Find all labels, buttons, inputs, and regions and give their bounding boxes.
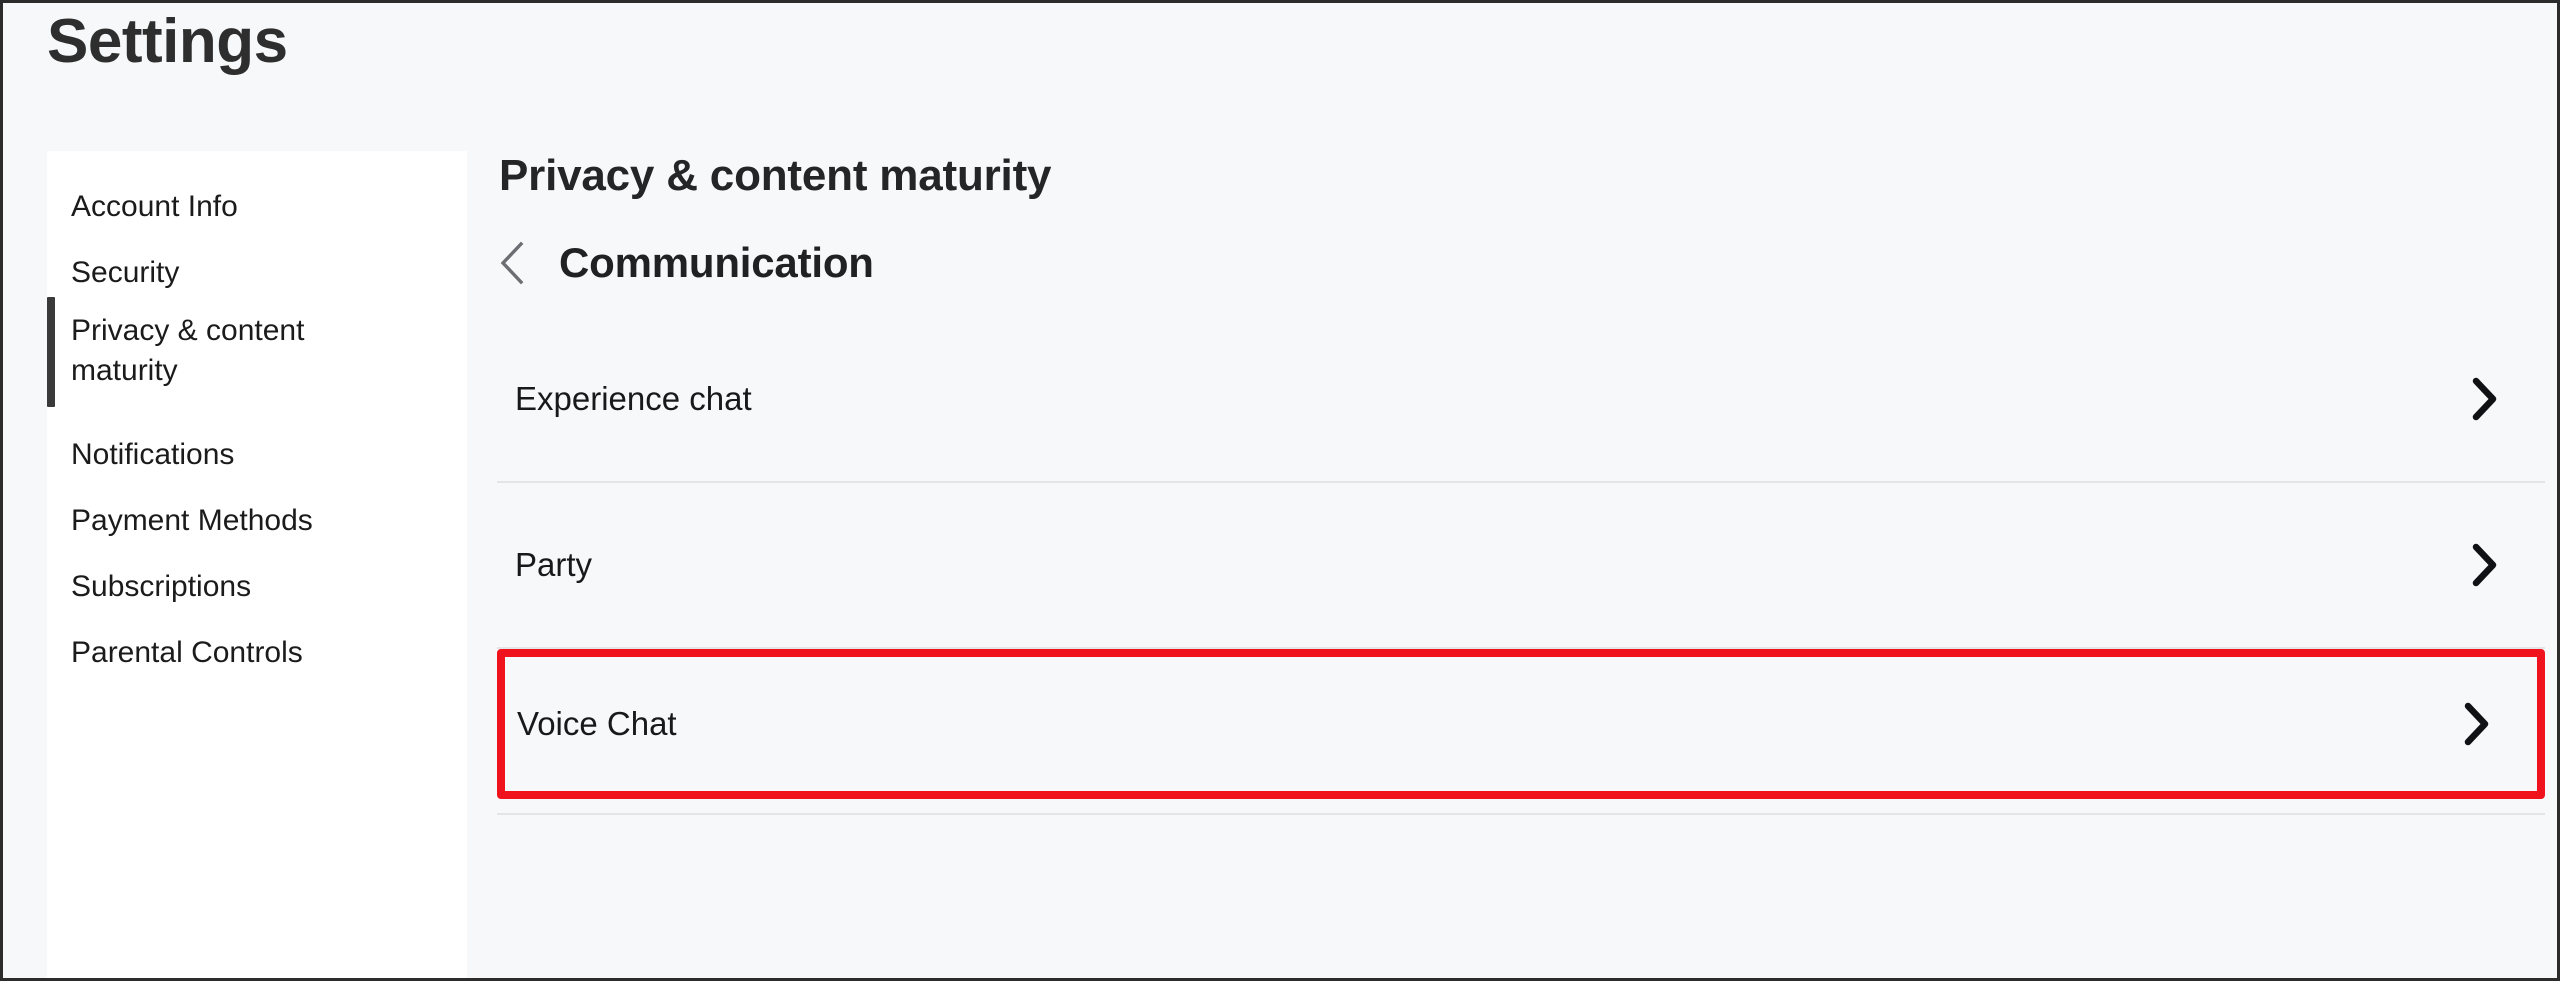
row-voice-chat[interactable]: Voice Chat bbox=[497, 649, 2545, 799]
sidebar-item-label: Parental Controls bbox=[71, 636, 303, 670]
communication-row-list: Experience chat Party Voice Chat bbox=[497, 317, 2545, 815]
chevron-right-icon[interactable] bbox=[2469, 377, 2499, 421]
chevron-left-icon[interactable] bbox=[495, 240, 529, 286]
sidebar-item-security[interactable]: Security bbox=[47, 245, 467, 301]
subheader: Communication bbox=[495, 239, 874, 287]
settings-window: Settings Account Info Security Privacy & c… bbox=[0, 0, 2560, 981]
chevron-right-icon[interactable] bbox=[2461, 702, 2491, 746]
sidebar-nav-list: Account Info Security Privacy & content ma… bbox=[47, 179, 467, 699]
sidebar-item-payment-methods[interactable]: Payment Methods bbox=[47, 493, 467, 549]
row-label: Voice Chat bbox=[517, 705, 677, 742]
sidebar-item-account-info[interactable]: Account Info bbox=[47, 179, 467, 235]
sidebar-item-label: Privacy & content maturity bbox=[71, 314, 305, 387]
subheader-title: Communication bbox=[559, 239, 874, 286]
page-section-title: Privacy & content maturity bbox=[499, 151, 1052, 200]
row-label: Party bbox=[515, 546, 593, 583]
row-divider bbox=[497, 813, 2545, 815]
sidebar-item-label: Subscriptions bbox=[71, 570, 252, 604]
sidebar-item-label: Security bbox=[71, 256, 180, 290]
sidebar-item-privacy-content-maturity[interactable]: Privacy & content maturity bbox=[47, 297, 467, 407]
sidebar-item-notifications[interactable]: Notifications bbox=[47, 427, 467, 483]
row-party[interactable]: Party bbox=[497, 483, 2545, 649]
settings-content: Privacy & content maturity Communication… bbox=[485, 151, 2557, 978]
sidebar-item-subscriptions[interactable]: Subscriptions bbox=[47, 559, 467, 615]
sidebar-item-parental-controls[interactable]: Parental Controls bbox=[47, 625, 467, 681]
settings-sidebar: Account Info Security Privacy & content ma… bbox=[47, 151, 467, 978]
row-label: Experience chat bbox=[515, 380, 752, 417]
page-title: Settings bbox=[47, 7, 288, 76]
row-experience-chat[interactable]: Experience chat bbox=[497, 317, 2545, 483]
sidebar-item-label: Notifications bbox=[71, 438, 235, 472]
sidebar-item-label: Account Info bbox=[71, 190, 238, 224]
sidebar-item-label: Payment Methods bbox=[71, 504, 313, 538]
chevron-right-icon[interactable] bbox=[2469, 543, 2499, 587]
